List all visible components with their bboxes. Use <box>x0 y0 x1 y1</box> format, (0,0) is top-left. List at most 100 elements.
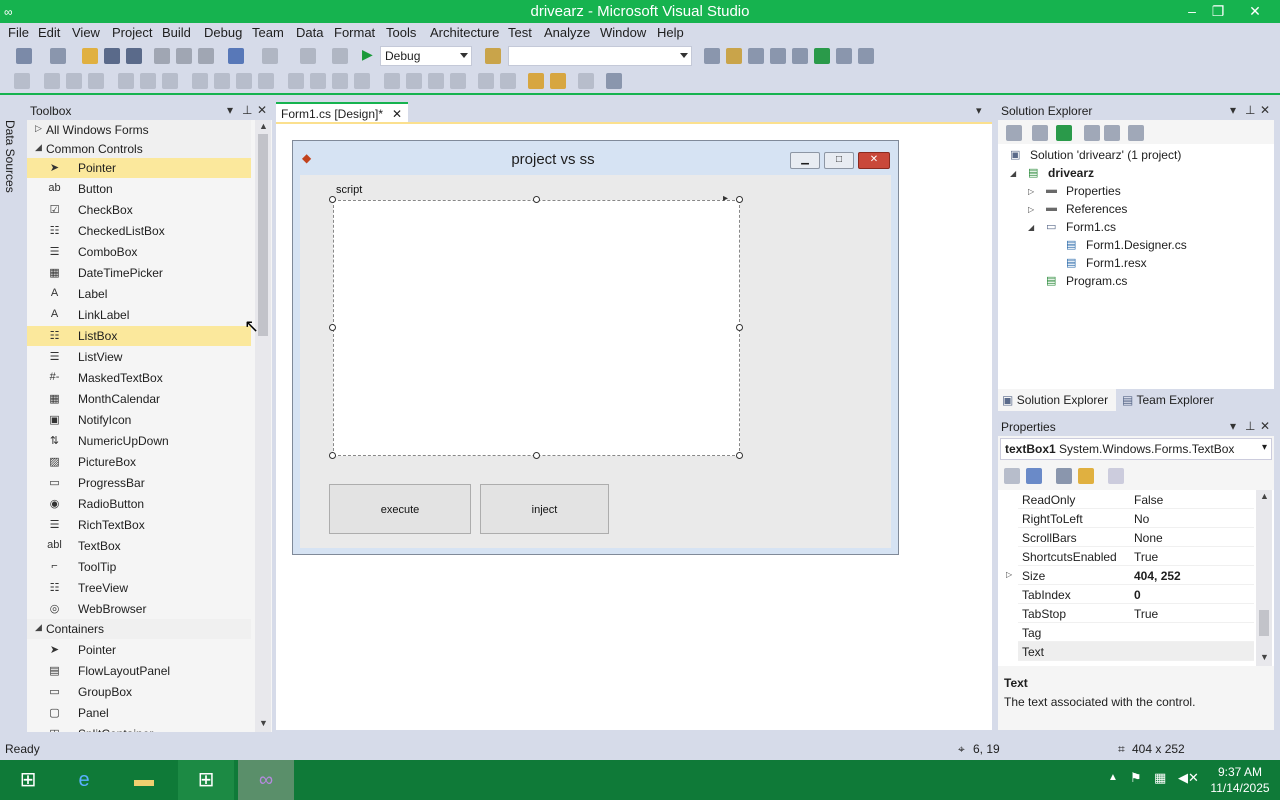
menu-view[interactable]: View <box>72 25 100 40</box>
form-maximize-button[interactable]: □ <box>824 152 854 169</box>
toolbox-group-common-controls[interactable]: ◢ Common Controls <box>27 139 251 159</box>
toolbox-item-linklabel[interactable]: A LinkLabel <box>27 305 251 325</box>
align-grid-icon[interactable] <box>14 73 30 89</box>
object-selector[interactable]: textBox1 System.Windows.Forms.TextBox ▾ <box>1000 438 1272 460</box>
property-value[interactable]: True <box>1134 550 1158 564</box>
undo-icon[interactable] <box>228 48 244 64</box>
bring-to-front-icon[interactable] <box>528 73 544 89</box>
extensions-icon[interactable] <box>792 48 808 64</box>
resize-handle-n[interactable] <box>533 196 540 203</box>
dropdown-icon[interactable]: ▾ <box>1230 103 1236 117</box>
categorized-icon[interactable] <box>1004 468 1020 484</box>
pin-icon[interactable]: ⊥ <box>242 103 252 117</box>
smart-tag-icon[interactable]: ▸ <box>723 193 728 204</box>
show-all-files-icon[interactable] <box>1084 125 1100 141</box>
toolbox-item-checkedlistbox[interactable]: ☷ CheckedListBox <box>27 221 251 241</box>
navigate-forward-icon[interactable] <box>332 48 348 64</box>
menu-project[interactable]: Project <box>112 25 152 40</box>
add-item-icon[interactable] <box>50 48 66 64</box>
tab-order-icon[interactable] <box>578 73 594 89</box>
tab-solution-explorer[interactable]: ▣ Solution Explorer <box>998 389 1116 411</box>
pin-icon[interactable]: ⊥ <box>1245 103 1255 117</box>
property-row-readonly[interactable]: ReadOnly False <box>1018 490 1254 509</box>
horizontal-spacing-icon[interactable] <box>288 73 304 89</box>
toolbox-item-listbox[interactable]: ☷ ListBox <box>27 326 251 346</box>
action-center-icon[interactable]: ⚑ <box>1130 770 1142 786</box>
data-sources-tab[interactable]: Data Sources <box>0 100 22 730</box>
size-to-grid-icon[interactable] <box>258 73 274 89</box>
toolbox-item-numericupdown[interactable]: ⇅ NumericUpDown <box>27 431 251 451</box>
resize-handle-nw[interactable] <box>329 196 336 203</box>
same-width-icon[interactable] <box>192 73 208 89</box>
platform-combo[interactable] <box>508 46 692 66</box>
toolbox-item-flowlayoutpanel[interactable]: ▤ FlowLayoutPanel <box>27 661 251 681</box>
properties-view-icon[interactable] <box>1056 468 1072 484</box>
dropdown-icon[interactable]: ▾ <box>1262 442 1267 453</box>
align-tops-icon[interactable] <box>118 73 134 89</box>
form-minimize-button[interactable]: ▁ <box>790 152 820 169</box>
toolbox-item-webbrowser[interactable]: ◎ WebBrowser <box>27 599 251 619</box>
same-size-icon[interactable] <box>236 73 252 89</box>
home-icon[interactable] <box>1006 125 1022 141</box>
property-value[interactable]: True <box>1134 607 1158 621</box>
toolbox-item-radiobutton[interactable]: ◉ RadioButton <box>27 494 251 514</box>
toolbox-item-tooltip[interactable]: ⌐ ToolTip <box>27 557 251 577</box>
restore-button[interactable]: ❐ <box>1203 1 1233 21</box>
toolbox-item-progressbar[interactable]: ▭ ProgressBar <box>27 473 251 493</box>
toolbox-item-richtextbox[interactable]: ☰ RichTextBox <box>27 515 251 535</box>
new-project-icon[interactable] <box>16 48 32 64</box>
scroll-down-icon[interactable]: ▼ <box>1260 652 1269 662</box>
property-value[interactable]: None <box>1134 531 1163 545</box>
cut-icon[interactable] <box>154 48 170 64</box>
menu-help[interactable]: Help <box>657 25 684 40</box>
store-icon[interactable]: ⊞ <box>178 760 234 800</box>
menu-build[interactable]: Build <box>162 25 191 40</box>
solution-explorer-icon[interactable] <box>704 48 720 64</box>
toolbox-icon[interactable] <box>770 48 786 64</box>
toolbox-item-pointer[interactable]: ➤ Pointer <box>27 640 251 660</box>
close-icon[interactable]: ✕ <box>1260 419 1270 433</box>
toolbox-group-all-windows-forms[interactable]: ▷ All Windows Forms <box>27 120 251 140</box>
inject-button[interactable]: inject <box>480 484 609 534</box>
menu-analyze[interactable]: Analyze <box>544 25 590 40</box>
property-row-tag[interactable]: Tag <box>1018 623 1254 642</box>
toolbox-scrollbar[interactable]: ▲ ▼ <box>255 120 271 732</box>
form-close-button[interactable]: ✕ <box>858 152 890 169</box>
menu-architecture[interactable]: Architecture <box>430 25 499 40</box>
start-page-icon[interactable] <box>814 48 830 64</box>
output-icon[interactable] <box>858 48 874 64</box>
menu-tools[interactable]: Tools <box>386 25 416 40</box>
show-hidden-icons-icon[interactable]: ▲ <box>1108 772 1118 783</box>
pin-icon[interactable]: ⊥ <box>1245 419 1255 433</box>
center-horizontally-icon[interactable] <box>478 73 494 89</box>
expand-arrow-icon[interactable]: ▷ <box>1006 570 1012 579</box>
menu-window[interactable]: Window <box>600 25 646 40</box>
resize-handle-e[interactable] <box>736 324 743 331</box>
decrease-h-spacing-icon[interactable] <box>332 73 348 89</box>
properties-icon[interactable] <box>726 48 742 64</box>
toolbox-item-picturebox[interactable]: ▨ PictureBox <box>27 452 251 472</box>
execute-button[interactable]: execute <box>329 484 471 534</box>
property-row-shortcutsenabled[interactable]: ShortcutsEnabled True <box>1018 547 1254 566</box>
send-to-back-icon[interactable] <box>550 73 566 89</box>
toolbox-item-button[interactable]: ab Button <box>27 179 251 199</box>
property-value[interactable]: 0 <box>1134 588 1141 602</box>
view-designer-icon[interactable] <box>1128 125 1144 141</box>
remove-v-spacing-icon[interactable] <box>450 73 466 89</box>
toolbox-scroll-thumb[interactable] <box>258 134 268 336</box>
align-centers-icon[interactable] <box>66 73 82 89</box>
toolbox-group-containers[interactable]: ◢ Containers <box>27 619 251 639</box>
properties-scrollbar[interactable]: ▲ ▼ <box>1256 490 1272 666</box>
property-row-scrollbars[interactable]: ScrollBars None <box>1018 528 1254 547</box>
toolbox-item-listview[interactable]: ☰ ListView <box>27 347 251 367</box>
resize-handle-se[interactable] <box>736 452 743 459</box>
menu-format[interactable]: Format <box>334 25 375 40</box>
toolbox-item-label[interactable]: A Label <box>27 284 251 304</box>
align-middles-icon[interactable] <box>140 73 156 89</box>
save-all-icon[interactable] <box>126 48 142 64</box>
toolbox-item-pointer[interactable]: ➤ Pointer <box>27 158 251 178</box>
find-in-files-icon[interactable] <box>485 48 501 64</box>
vertical-spacing-icon[interactable] <box>384 73 400 89</box>
increase-v-spacing-icon[interactable] <box>406 73 422 89</box>
property-pages-icon[interactable] <box>1108 468 1124 484</box>
